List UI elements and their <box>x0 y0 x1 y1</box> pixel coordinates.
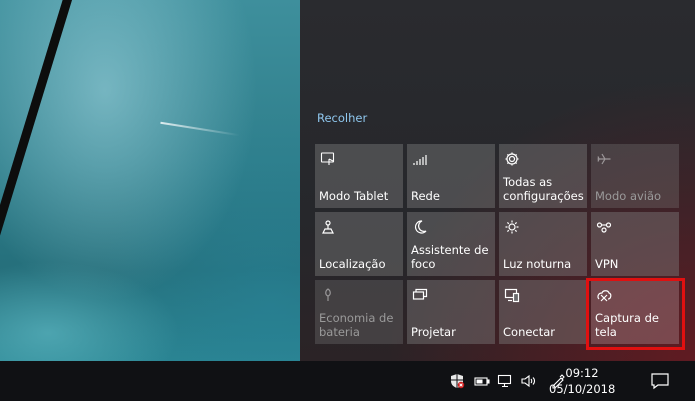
tile-label: Modo avião <box>595 189 662 203</box>
highlight-box <box>586 278 685 350</box>
volume-icon[interactable] <box>520 373 536 389</box>
clock-time: 09:12 <box>565 366 599 380</box>
battery-icon[interactable] <box>474 373 490 389</box>
wallpaper-coast <box>0 261 180 361</box>
tile-label: Luz noturna <box>503 257 572 271</box>
tile-label: Assistente de foco <box>411 243 489 271</box>
notification-icon[interactable] <box>650 372 670 390</box>
collapse-link[interactable]: Recolher <box>317 111 367 125</box>
tile-tablet-mode[interactable]: Modo Tablet <box>315 144 403 208</box>
wallpaper-airplane-trail <box>160 121 240 137</box>
tile-vpn[interactable]: VPN <box>591 212 679 276</box>
tile-all-settings[interactable]: Todas as configurações <box>499 144 587 208</box>
gear-icon <box>504 151 520 167</box>
tile-location[interactable]: Localização <box>315 212 403 276</box>
tile-night-light[interactable]: Luz noturna <box>499 212 587 276</box>
tile-label: Projetar <box>411 325 456 339</box>
tile-network[interactable]: Rede <box>407 144 495 208</box>
tile-project[interactable]: Projetar <box>407 280 495 344</box>
windows-security-icon[interactable] <box>449 373 465 389</box>
clock-date: 05/10/2018 <box>549 382 616 396</box>
brightness-icon <box>504 219 520 235</box>
location-icon <box>320 219 336 235</box>
taskbar: 09:12 05/10/2018 <box>0 361 695 401</box>
project-icon <box>412 287 428 303</box>
tile-label: Localização <box>319 257 386 271</box>
tile-label: Conectar <box>503 325 556 339</box>
tile-connect[interactable]: Conectar <box>499 280 587 344</box>
tablet-mode-icon <box>320 151 336 167</box>
tile-label: Todas as configurações <box>503 175 584 203</box>
tile-label: Rede <box>411 189 440 203</box>
network-icon[interactable] <box>497 373 513 389</box>
tile-battery-saver[interactable]: Economia de bateria <box>315 280 403 344</box>
connect-icon <box>504 287 520 303</box>
clock[interactable]: 09:12 05/10/2018 <box>549 365 615 397</box>
battery-saver-icon <box>320 287 336 303</box>
tile-label: Economia de bateria <box>319 311 394 339</box>
tile-label: Modo Tablet <box>319 189 389 203</box>
desktop-wallpaper <box>0 0 300 361</box>
tile-airplane-mode[interactable]: Modo avião <box>591 144 679 208</box>
airplane-icon <box>596 151 612 167</box>
network-icon <box>412 151 428 167</box>
moon-icon <box>412 219 428 235</box>
tile-label: VPN <box>595 257 619 271</box>
tile-focus-assist[interactable]: Assistente de foco <box>407 212 495 276</box>
vpn-icon <box>596 219 612 235</box>
